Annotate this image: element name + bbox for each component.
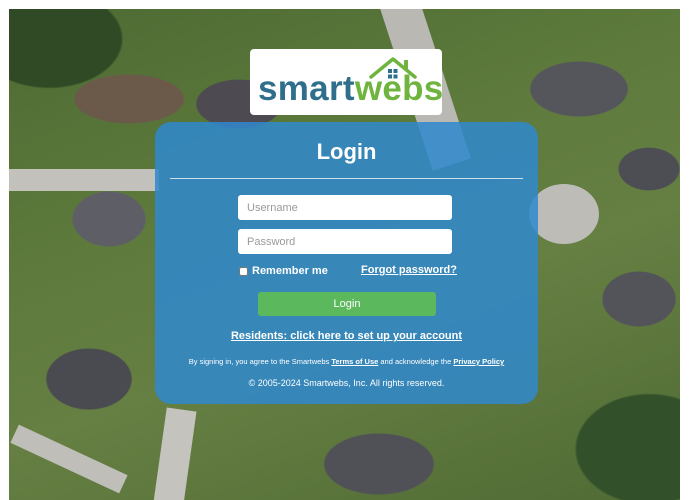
terms-middle-text: and acknowledge the	[378, 357, 454, 366]
title-divider	[170, 178, 523, 179]
remember-me-checkbox[interactable]	[239, 266, 248, 276]
copyright-text: © 2005-2024 Smartwebs, Inc. All rights r…	[248, 378, 445, 388]
terms-notice: By signing in, you agree to the Smartweb…	[155, 357, 538, 366]
privacy-policy-link[interactable]: Privacy Policy	[453, 357, 504, 366]
password-input[interactable]	[238, 229, 452, 254]
residents-setup-link[interactable]: Residents: click here to set up your acc…	[155, 330, 538, 342]
cul-de-sac-shape	[529, 184, 599, 244]
brand-wordmark: smartwebs	[258, 69, 444, 109]
login-button[interactable]: Login	[258, 292, 436, 316]
username-input[interactable]	[238, 195, 452, 220]
login-title: Login	[316, 139, 377, 164]
road-shape	[10, 424, 128, 494]
brand-name-part1: smart	[258, 69, 355, 108]
remember-me-label: Remember me	[252, 265, 328, 277]
road-shape	[151, 407, 197, 500]
terms-of-use-link[interactable]: Terms of Use	[331, 357, 378, 366]
forgot-password-link[interactable]: Forgot password?	[361, 264, 457, 276]
login-panel: Login Remember me Forgot password? Login…	[155, 122, 538, 404]
brand-logo: smartwebs	[250, 49, 444, 115]
remember-me-option[interactable]: Remember me	[239, 265, 328, 277]
road-shape	[9, 169, 159, 191]
brand-name-part2: webs	[354, 69, 444, 108]
terms-prefix-text: By signing in, you agree to the Smartweb…	[188, 357, 332, 366]
